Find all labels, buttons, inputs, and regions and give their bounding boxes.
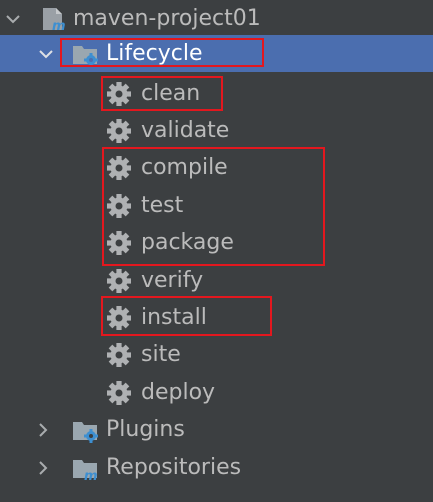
gear-icon (107, 82, 131, 106)
tree-node-maven-project01[interactable]: m maven-project01 (0, 0, 433, 37)
goal-label: clean (141, 81, 201, 106)
goal-label: deploy (141, 380, 216, 405)
goal-label: test (141, 193, 184, 218)
lifecycle-goal-compile[interactable]: compile (0, 149, 433, 186)
gear-icon (107, 194, 131, 218)
lifecycle-goal-test[interactable]: test (0, 187, 433, 224)
tree-node-repositories[interactable]: m Repositories (0, 449, 433, 486)
lifecycle-folder-icon (73, 46, 98, 67)
lifecycle-goal-verify[interactable]: verify (0, 262, 433, 299)
tree-node-label: maven-project01 (73, 6, 261, 31)
goal-label: package (141, 230, 234, 255)
lifecycle-goal-site[interactable]: site (0, 336, 433, 373)
svg-text:m: m (52, 19, 66, 32)
gear-icon (107, 231, 131, 255)
plugins-folder-icon (73, 422, 98, 443)
goal-label: site (141, 342, 181, 367)
chevron-right-icon[interactable] (34, 421, 52, 439)
gear-icon (107, 381, 131, 405)
tree-node-plugins[interactable]: Plugins (0, 411, 433, 448)
lifecycle-goal-validate[interactable]: validate (0, 112, 433, 149)
maven-module-icon: m (43, 8, 66, 32)
chevron-down-icon[interactable] (37, 45, 55, 63)
chevron-right-icon[interactable] (34, 459, 52, 477)
tree-node-label: Repositories (106, 455, 242, 480)
gear-icon (107, 343, 131, 367)
tree-node-lifecycle[interactable]: Lifecycle (0, 35, 433, 72)
gear-icon (107, 306, 131, 330)
svg-text:m: m (84, 469, 98, 481)
lifecycle-goal-install[interactable]: install (0, 299, 433, 336)
gear-icon (107, 156, 131, 180)
lifecycle-goal-clean[interactable]: clean (0, 75, 433, 112)
gear-icon (107, 269, 131, 293)
goal-label: install (141, 305, 207, 330)
repositories-folder-icon: m (73, 460, 98, 481)
goal-label: validate (141, 118, 230, 143)
lifecycle-goal-package[interactable]: package (0, 224, 433, 261)
tree-node-label: Plugins (106, 417, 185, 442)
goal-label: verify (141, 268, 204, 293)
maven-tool-window: m maven-project01 Lifecycle clean valida… (0, 0, 433, 502)
gear-icon (107, 119, 131, 143)
chevron-down-icon[interactable] (4, 10, 22, 28)
tree-node-label: Lifecycle (106, 41, 203, 66)
lifecycle-goal-deploy[interactable]: deploy (0, 374, 433, 411)
goal-label: compile (141, 155, 228, 180)
